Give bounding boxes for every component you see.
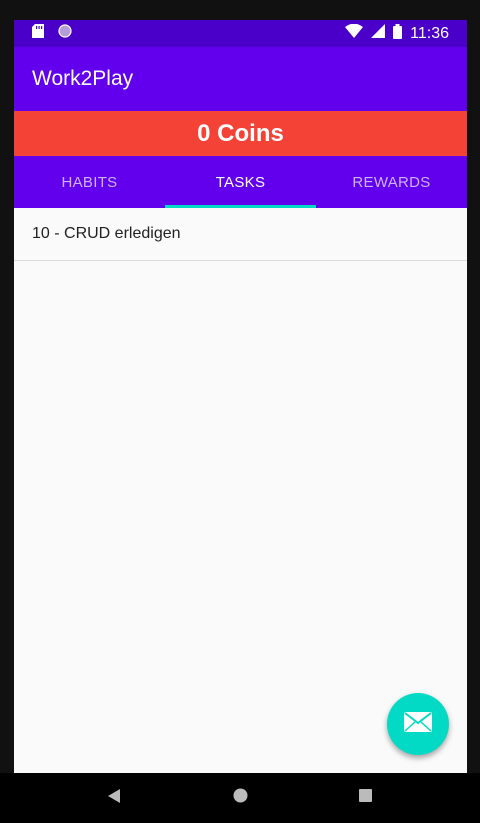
task-label: 10 - CRUD erledigen <box>32 225 181 242</box>
app-title: Work2Play <box>32 67 134 90</box>
signal-icon <box>371 24 386 43</box>
app-bar: Work2Play <box>14 47 467 111</box>
coins-banner: 0 Coins <box>14 111 467 156</box>
app-screen: 11:36 Work2Play 0 Coins HABITS TASKS REW… <box>14 20 467 773</box>
tab-bar: HABITS TASKS REWARDS <box>14 156 467 208</box>
back-button[interactable] <box>53 788 178 808</box>
home-button[interactable] <box>178 788 303 808</box>
back-icon <box>108 788 122 808</box>
device-frame: 11:36 Work2Play 0 Coins HABITS TASKS REW… <box>0 0 480 823</box>
tab-rewards[interactable]: REWARDS <box>316 156 467 208</box>
tab-habits[interactable]: HABITS <box>14 156 165 208</box>
battery-icon <box>393 23 403 44</box>
home-icon <box>233 788 248 808</box>
email-icon <box>404 711 432 737</box>
task-list: 10 - CRUD erledigen <box>14 208 467 261</box>
navigation-bar <box>0 773 480 823</box>
recents-icon <box>358 789 372 807</box>
add-task-fab[interactable] <box>387 693 449 755</box>
circle-notification-icon <box>58 24 72 43</box>
sd-card-icon <box>32 24 44 43</box>
status-bar: 11:36 <box>14 20 467 47</box>
status-time: 11:36 <box>410 24 449 42</box>
list-item[interactable]: 10 - CRUD erledigen <box>14 208 467 261</box>
tab-tasks[interactable]: TASKS <box>165 156 316 208</box>
tab-indicator <box>165 205 316 208</box>
recents-button[interactable] <box>303 789 428 807</box>
wifi-icon <box>345 23 364 43</box>
